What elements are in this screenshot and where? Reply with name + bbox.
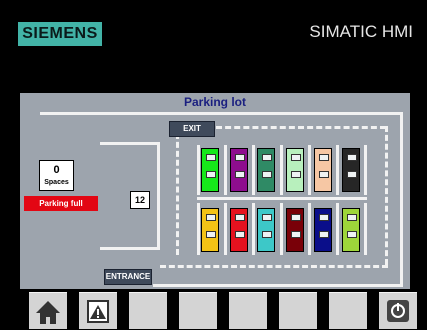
car-window [206, 231, 216, 238]
car-window [291, 171, 301, 178]
car-window [235, 231, 245, 238]
car-window [319, 214, 329, 221]
car-window [319, 171, 329, 178]
car-window [206, 171, 216, 178]
parking-bay-divider [364, 145, 367, 195]
lane-dash-right [385, 126, 388, 265]
free-spaces-label: Spaces [44, 179, 69, 186]
car-window [262, 171, 272, 178]
car-window [347, 214, 357, 221]
parked-car [342, 208, 360, 252]
car-window [319, 154, 329, 161]
parked-car [314, 148, 332, 192]
function-key-button[interactable] [179, 292, 217, 329]
parking-bay-divider [252, 145, 255, 195]
function-key-button[interactable] [129, 292, 167, 329]
parking-bay-divider [308, 145, 311, 195]
function-key-button[interactable] [229, 292, 267, 329]
lane-dash-top [216, 126, 386, 129]
car-window [262, 231, 272, 238]
free-spaces-value: 0 [53, 164, 60, 176]
parked-car [230, 208, 248, 252]
parked-car [286, 148, 304, 192]
car-window [206, 154, 216, 161]
car-window [235, 214, 245, 221]
car-window [262, 154, 272, 161]
total-spaces-value: 12 [130, 191, 150, 209]
alarm-warning-button[interactable] [79, 292, 117, 329]
car-window [235, 171, 245, 178]
car-window [319, 231, 329, 238]
parking-full-status: Parking full [24, 196, 98, 211]
parking-bay-divider [336, 203, 339, 255]
car-window [235, 154, 245, 161]
parked-car [201, 208, 219, 252]
parking-bay-divider [336, 145, 339, 195]
car-window [291, 154, 301, 161]
road-line-bottom [153, 284, 403, 287]
parked-car [342, 148, 360, 192]
parking-row-divider [197, 197, 367, 200]
parked-car [286, 208, 304, 252]
parked-car [201, 148, 219, 192]
parking-bay-divider [224, 145, 227, 195]
car-window [206, 214, 216, 221]
car-window [291, 231, 301, 238]
road-line-top [40, 112, 403, 115]
function-key-button[interactable] [329, 292, 367, 329]
hmi-header: SIEMENS SIMATIC HMI [0, 0, 427, 86]
parking-lot-screen: Parking lot EXIT ENTRANCE 0 Spaces Parki… [20, 93, 410, 289]
exit-label: EXIT [169, 121, 215, 137]
entrance-bracket-bottom [100, 247, 160, 250]
page-title: Parking lot [183, 95, 246, 109]
car-window [347, 154, 357, 161]
parking-bay-divider [224, 203, 227, 255]
parking-bay-divider [364, 203, 367, 255]
function-key-button[interactable] [279, 292, 317, 329]
car-window [291, 214, 301, 221]
parking-bay-divider [308, 203, 311, 255]
home-button[interactable] [29, 292, 67, 329]
parking-bay-divider [252, 203, 255, 255]
parking-bay-divider [197, 203, 200, 255]
parking-bay-divider [197, 145, 200, 195]
parked-car [257, 148, 275, 192]
entrance-bracket-side [157, 142, 160, 250]
entrance-label: ENTRANCE [104, 269, 152, 285]
parking-bay-divider [280, 203, 283, 255]
home-icon [36, 301, 60, 324]
power-button[interactable] [379, 292, 417, 329]
parking-bay-divider [280, 145, 283, 195]
simatic-hmi-label: SIMATIC HMI [309, 22, 413, 41]
parked-car [314, 208, 332, 252]
car-window [347, 171, 357, 178]
alarm-warning-icon [87, 300, 109, 323]
lane-dash-bottom [160, 265, 388, 268]
free-spaces-counter: 0 Spaces [39, 160, 74, 191]
car-window [262, 214, 272, 221]
siemens-logo: SIEMENS [18, 22, 102, 46]
car-window [347, 231, 357, 238]
road-line-right [400, 112, 403, 287]
lane-dash-left [176, 133, 179, 255]
parked-car [230, 148, 248, 192]
parked-car [257, 208, 275, 252]
power-icon [387, 300, 409, 322]
entrance-bracket-top [100, 142, 160, 145]
